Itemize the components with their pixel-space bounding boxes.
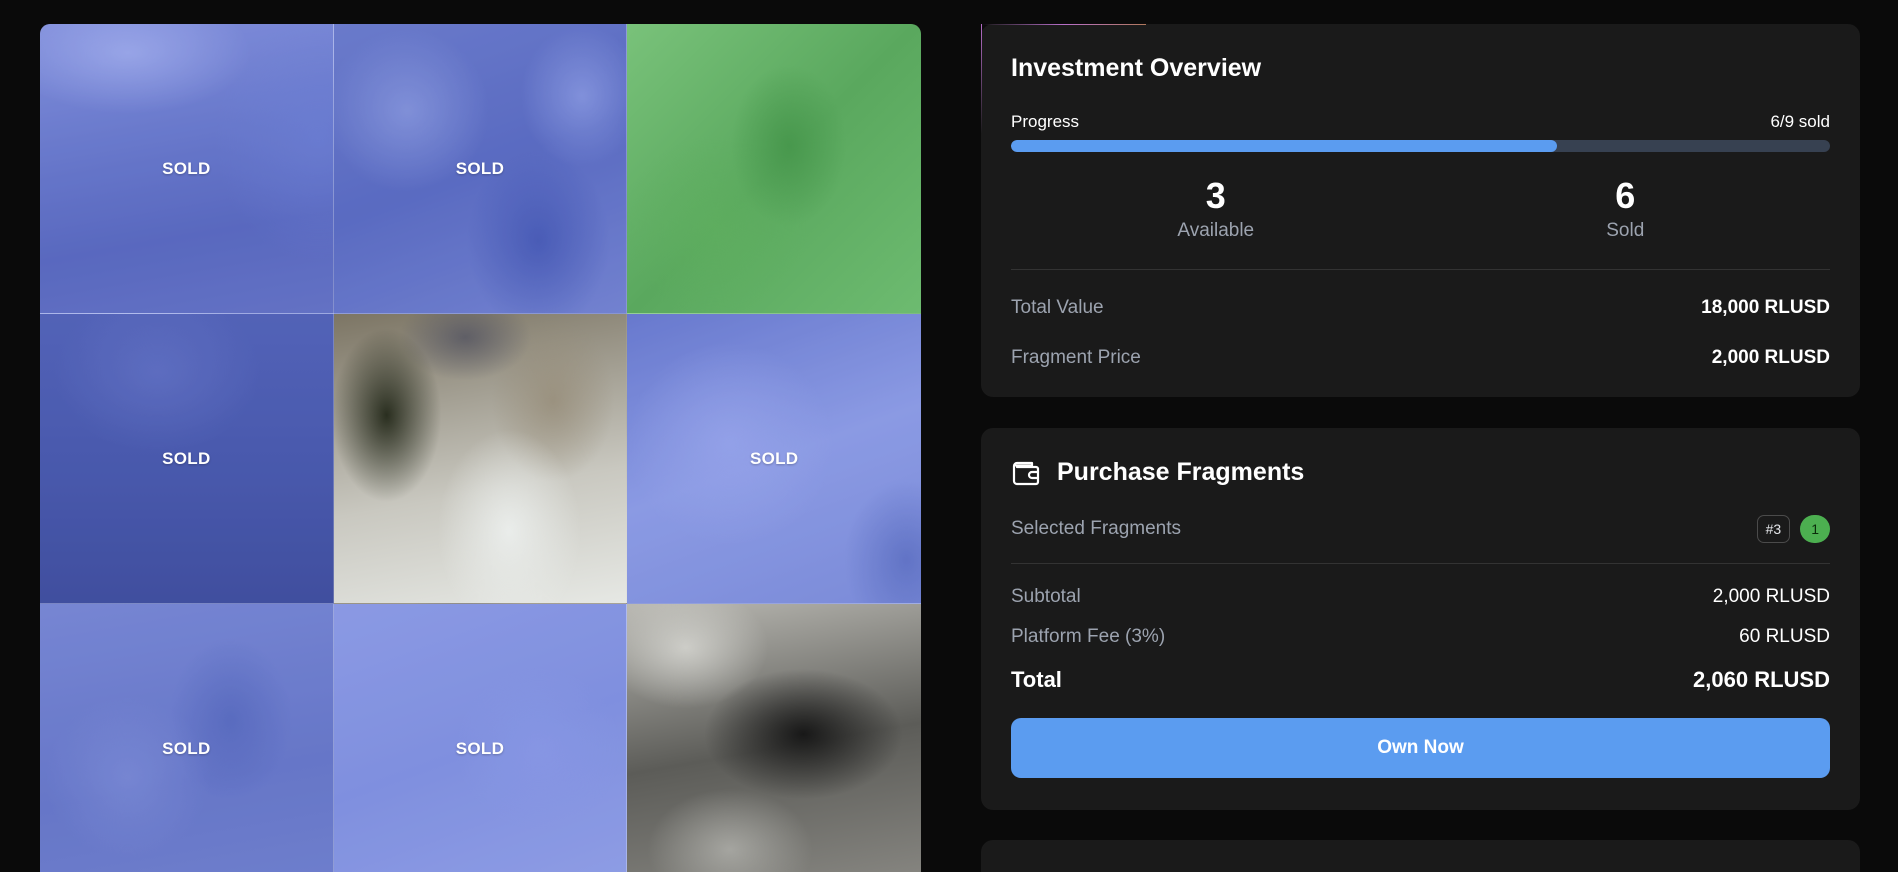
wallet-icon (1011, 460, 1041, 486)
fragment-price: 2,000 RLUSD (1711, 347, 1830, 368)
available-count: 3 (1205, 175, 1226, 216)
total-value-label: Total Value (1011, 297, 1104, 318)
total-row: Total 2,060 RLUSD (1011, 667, 1830, 693)
progress-bar (1011, 140, 1830, 152)
platform-fee-label: Platform Fee (3%) (1011, 626, 1166, 647)
fragment-tile-6[interactable]: SOLD (627, 314, 921, 604)
available-label: Available (1177, 220, 1255, 241)
fragment-stats: 3 Available 6 Sold (1011, 174, 1830, 242)
sold-label: SOLD (162, 738, 211, 758)
sold-label: SOLD (455, 158, 505, 178)
total-value-purchase: 2,060 RLUSD (1693, 667, 1830, 692)
selected-count-badge: 1 (1800, 515, 1830, 543)
platform-fee-row: Platform Fee (3%) 60 RLUSD (1011, 626, 1830, 648)
fragment-tile-9[interactable] (627, 604, 921, 872)
total-label: Total (1011, 667, 1062, 692)
fragment-grid: SOLD SOLD SOLD SOLD SOLD SOLD (40, 24, 921, 872)
progress-label: Progress (1011, 112, 1080, 131)
available-stat: 3 Available (1011, 174, 1421, 242)
purchase-divider (1011, 563, 1830, 564)
total-value-row: Total Value 18,000 RLUSD (1011, 297, 1830, 319)
total-value: 18,000 RLUSD (1701, 297, 1830, 318)
next-panel (981, 840, 1860, 872)
fragment-price-label: Fragment Price (1011, 347, 1141, 368)
own-now-button[interactable]: Own Now (1011, 718, 1830, 778)
sold-label: SOLD (162, 158, 211, 178)
selected-fragment-tag[interactable]: #3 (1756, 515, 1791, 543)
progress-bar-fill (1011, 140, 1558, 152)
selected-fragments-badges: #3 1 (1756, 515, 1830, 543)
sold-count: 6 (1615, 175, 1636, 216)
purchase-fragments-panel: Purchase Fragments Selected Fragments #3… (981, 428, 1860, 810)
sold-label: SOLD (749, 448, 799, 468)
fragment-tile-3[interactable] (627, 24, 921, 314)
progress-header: Progress 6/9 sold (1011, 112, 1830, 132)
purchase-header: Purchase Fragments (1011, 458, 1830, 487)
subtotal-value: 2,000 RLUSD (1712, 586, 1830, 607)
overview-divider (1011, 269, 1830, 270)
overview-title: Investment Overview (1011, 54, 1262, 82)
selected-fragments-row: Selected Fragments #3 1 (1011, 515, 1830, 543)
fragment-tile-2[interactable]: SOLD (333, 24, 628, 314)
fragment-tile-1[interactable]: SOLD (40, 24, 334, 314)
sold-stat: 6 Sold (1421, 174, 1831, 242)
fragment-tile-7[interactable]: SOLD (40, 604, 334, 872)
purchase-title: Purchase Fragments (1057, 458, 1305, 486)
investment-overview-panel: Investment Overview Progress 6/9 sold 3 … (981, 24, 1860, 397)
sold-label: SOLD (162, 448, 211, 468)
platform-fee-value: 60 RLUSD (1739, 626, 1830, 647)
selected-fragments-label: Selected Fragments (1011, 518, 1182, 539)
fragment-tile-4[interactable]: SOLD (40, 314, 334, 604)
sold-label: Sold (1606, 220, 1645, 241)
progress-text: 6/9 sold (1770, 112, 1830, 131)
sold-label: SOLD (455, 738, 505, 758)
fragment-price-row: Fragment Price 2,000 RLUSD (1011, 347, 1830, 369)
fragment-tile-8[interactable]: SOLD (333, 604, 628, 872)
subtotal-row: Subtotal 2,000 RLUSD (1011, 586, 1830, 608)
fragment-tile-5[interactable] (333, 314, 628, 604)
subtotal-label: Subtotal (1011, 586, 1081, 607)
